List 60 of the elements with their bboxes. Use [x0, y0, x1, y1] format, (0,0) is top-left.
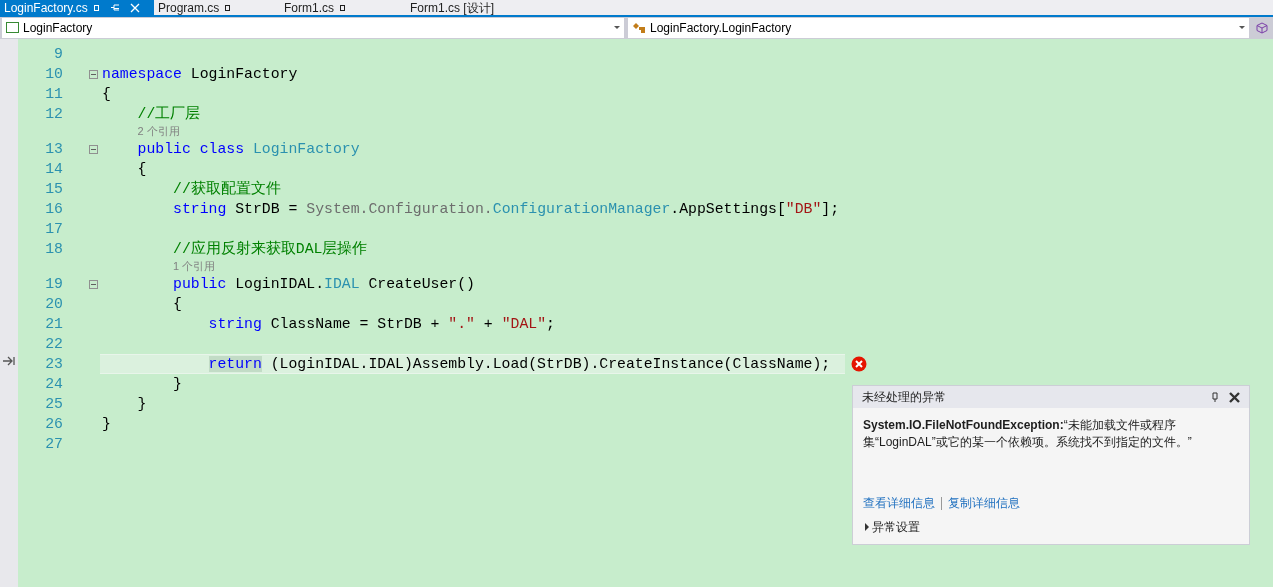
code-line: }: [136, 394, 147, 414]
code-line: string ClassName = StrDB + "." + "DAL";: [207, 314, 555, 334]
code-line: public LoginIDAL.IDAL CreateUser(): [172, 274, 475, 294]
lock-icon: [93, 4, 99, 11]
file-tab[interactable]: Form1.cs: [280, 0, 406, 15]
line-number: 21: [44, 314, 63, 334]
line-number: 10: [44, 64, 63, 84]
collapse-icon[interactable]: [89, 144, 98, 154]
close-icon[interactable]: [1229, 391, 1240, 403]
code-line: {: [172, 294, 182, 314]
line-number: 9: [53, 44, 63, 64]
code-line: }: [172, 374, 182, 394]
line-number: 18: [44, 239, 63, 259]
code-line: string StrDB = System.Configuration.ConfigurationManager.AppSettings["DB"];: [172, 199, 840, 219]
exception-settings[interactable]: 异常设置: [872, 518, 920, 536]
line-number: 17: [44, 219, 63, 239]
code-line: return (LoginIDAL.IDAL)Assembly.Load(StrDB).CreateInstance(ClassName);: [207, 354, 831, 374]
code-line: //获取配置文件: [172, 179, 281, 199]
line-number: 23: [44, 354, 63, 374]
line-number: 24: [44, 374, 63, 394]
lock-icon: [340, 4, 345, 11]
line-number: 13: [44, 139, 63, 159]
collapse-icon[interactable]: [89, 69, 98, 79]
member-dropdown[interactable]: LoginFactory.LoginFactory: [628, 17, 1249, 38]
code-line: //应用反射来获取DAL层操作: [172, 239, 368, 259]
line-number: 14: [44, 159, 63, 179]
line-number: 16: [44, 199, 63, 219]
line-number: 26: [44, 414, 63, 434]
details-link[interactable]: 复制详细信息: [948, 494, 1020, 512]
class-icon: [6, 22, 19, 33]
error-icon[interactable]: [851, 356, 867, 372]
code-line: //工厂层: [136, 104, 201, 124]
collapse-icon[interactable]: [89, 279, 98, 289]
popup-title: 未经处理的异常: [862, 389, 947, 406]
lock-icon: [225, 4, 231, 11]
file-tab[interactable]: Form1.cs [设计]: [406, 0, 532, 15]
pin-icon[interactable]: [1211, 392, 1219, 402]
expand-triangle-icon[interactable]: [865, 523, 869, 531]
line-number: 27: [44, 434, 63, 454]
code-line: public class LoginFactory: [136, 139, 360, 159]
exception-message: System.IO.FileNotFoundException:“未能加载文件或程序集“LoginDAL”或它的某一个依赖项。系统找不到指定的文件。”: [863, 417, 1193, 451]
class-members-icon: [632, 21, 646, 34]
details-link[interactable]: 查看详细信息: [863, 494, 935, 512]
line-number: 20: [44, 294, 63, 314]
line-number: 19: [44, 274, 63, 294]
code-line: {: [102, 84, 111, 104]
line-number: 22: [44, 334, 63, 354]
cube-icon[interactable]: [1256, 21, 1268, 34]
code-line: }: [102, 414, 111, 434]
line-number: 25: [44, 394, 63, 414]
code-line: namespace LoginFactory: [102, 64, 298, 84]
dropdown-caret-icon: [1239, 26, 1245, 29]
type-dropdown[interactable]: LoginFactory: [2, 17, 624, 38]
execution-arrow-icon: [2, 355, 16, 367]
line-number: 11: [44, 84, 63, 104]
code-line: {: [136, 159, 147, 179]
file-tab[interactable]: Program.cs: [154, 0, 280, 15]
line-number: 15: [44, 179, 63, 199]
dropdown-caret-icon: [614, 26, 620, 29]
line-number: 12: [44, 104, 63, 124]
